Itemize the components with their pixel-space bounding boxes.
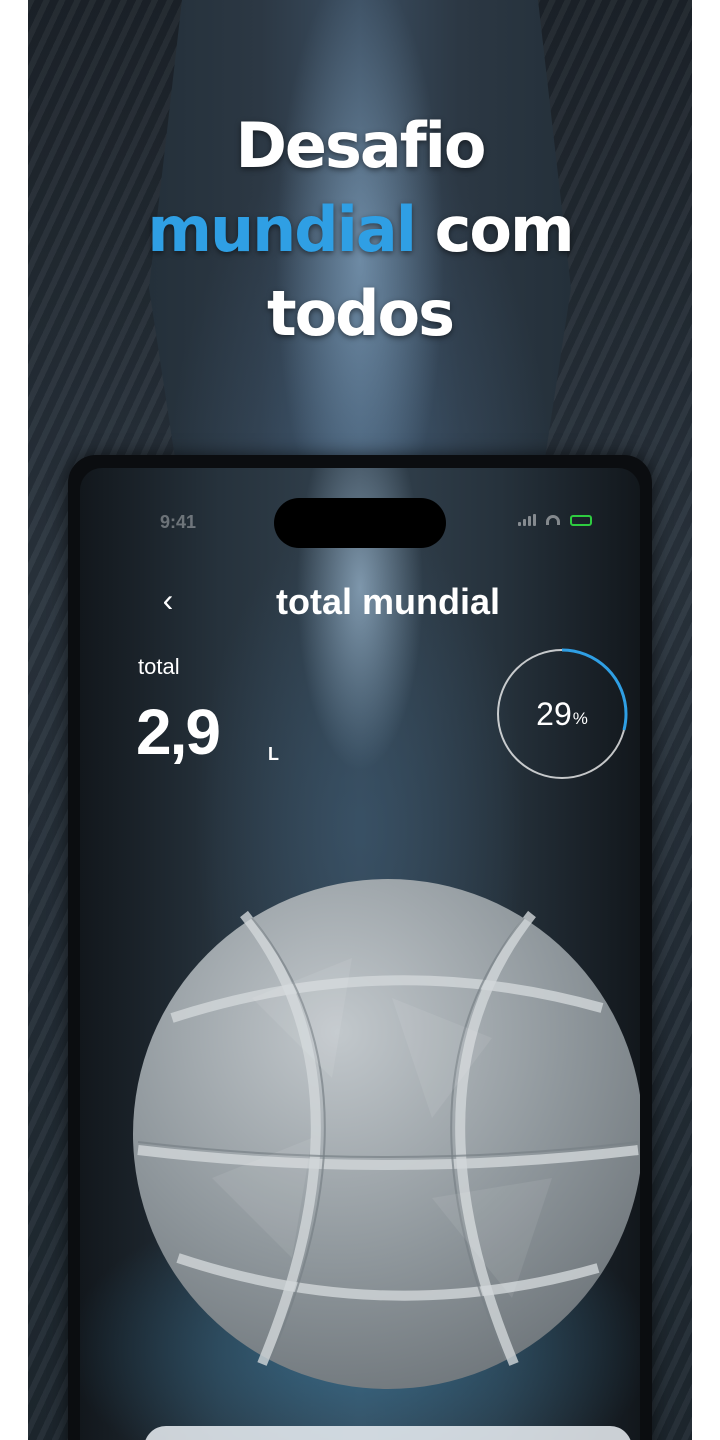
battery-icon [570, 514, 592, 526]
promo-background: Desafio mundial com todos 9:41 ‹ total m… [28, 0, 692, 1440]
headline-accent: mundial [147, 193, 417, 266]
status-time: 9:41 [160, 512, 197, 532]
crystal-basketball-image [133, 879, 640, 1389]
progress-percentage: 29% [494, 646, 630, 782]
page-title: total mundial [276, 581, 500, 622]
total-value: 2,9 [136, 696, 221, 768]
dynamic-island [274, 498, 446, 548]
status-icons [518, 514, 592, 526]
headline-rest: com [415, 193, 575, 266]
wifi-icon [546, 515, 560, 525]
headline-line-1: Desafio [235, 109, 486, 182]
progress-symbol: % [572, 709, 588, 728]
promo-headline: Desafio mundial com todos [28, 104, 692, 356]
signal-icon [518, 514, 536, 526]
total-label: total [138, 654, 180, 679]
bottom-action-button[interactable] [144, 1426, 632, 1440]
headline-line-2: mundial com [28, 188, 692, 272]
app-screen: 9:41 ‹ total mundial total 2,9 L 29% [80, 468, 640, 1440]
progress-value: 29 [536, 695, 572, 732]
headline-line-3: todos [266, 277, 455, 350]
total-unit: L [268, 744, 279, 764]
